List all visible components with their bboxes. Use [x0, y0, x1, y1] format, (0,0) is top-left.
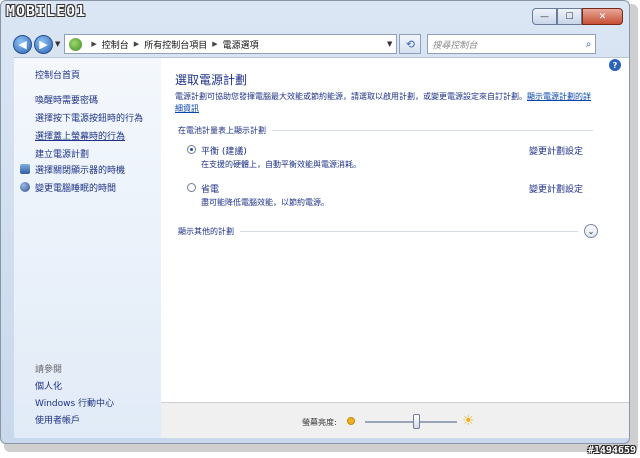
plan-balanced-name[interactable]: 平衡 (建議) — [201, 144, 247, 157]
moon-icon — [20, 182, 30, 192]
watermark-post-id: #1494659 — [587, 445, 636, 456]
section-header: 在電池計量表上顯示計劃 — [178, 125, 593, 136]
brightness-slider-thumb[interactable] — [412, 414, 420, 429]
sidebar-item-wake-password[interactable]: 喚醒時需要密碼 — [35, 93, 98, 106]
section-label: 在電池計量表上顯示計劃 — [178, 126, 266, 135]
sidebar-item-sleep-time[interactable]: 變更電腦睡眠的時間 — [35, 181, 116, 194]
forward-button[interactable]: ▶ — [34, 34, 53, 54]
plan-power-saver-change-link[interactable]: 變更計劃設定 — [529, 182, 583, 195]
monitor-icon — [20, 164, 30, 174]
see-also-title: 請參閱 — [35, 365, 63, 375]
address-row: ◀ ▶ ▼ ▶ 控制台 ▶ 所有控制台項目 ▶ 電源選項 ▼ ⟲ 搜尋控制台 ⌕ — [13, 33, 621, 55]
minimize-button[interactable]: — — [532, 8, 557, 25]
bright-sun-icon: ☀ — [462, 413, 475, 429]
help-icon[interactable]: ? — [609, 59, 621, 71]
breadcrumb-power-options[interactable]: 電源選項 — [223, 38, 259, 51]
description-text: 電源計劃可協助您發揮電腦最大效能或節約能源，請選取以啟用計劃，或變更電源設定來自… — [175, 92, 527, 101]
see-also-mobility-center[interactable]: Windows 行動中心 — [35, 396, 114, 409]
recent-pages-dropdown[interactable]: ▼ — [55, 40, 60, 48]
search-input[interactable]: 搜尋控制台 ⌕ — [427, 34, 597, 54]
search-placeholder: 搜尋控制台 — [432, 40, 478, 51]
search-icon[interactable]: ⌕ — [586, 39, 592, 50]
chevron-right-icon: ▶ — [133, 40, 140, 48]
plan-balanced-change-link[interactable]: 變更計劃設定 — [529, 144, 583, 157]
sidebar-home-link[interactable]: 控制台首頁 — [35, 68, 80, 81]
plan-power-saver-name[interactable]: 省電 — [201, 182, 219, 195]
plan-power-saver-description: 盡可能降低電腦效能，以節約電源。 — [201, 198, 329, 207]
see-also-personalization[interactable]: 個人化 — [35, 379, 62, 392]
page-title: 選取電源計劃 — [175, 73, 248, 87]
more-plans-label[interactable]: 顯示其他的計劃 — [178, 226, 234, 237]
sidebar-item-power-button[interactable]: 選擇按下電源按鈕時的行為 — [35, 111, 143, 124]
sidebar: 控制台首頁 喚醒時需要密碼 選擇按下電源按鈕時的行為 選擇蓋上螢幕時的行為 建立… — [14, 57, 161, 438]
back-button[interactable]: ◀ — [13, 34, 32, 54]
see-also-user-accounts[interactable]: 使用者帳戶 — [35, 413, 80, 426]
sidebar-item-create-plan[interactable]: 建立電源計劃 — [35, 147, 89, 160]
maximize-button[interactable]: ☐ — [557, 8, 582, 25]
control-panel-icon — [69, 37, 83, 51]
plan-balanced-radio[interactable] — [187, 145, 196, 154]
caption-buttons: — ☐ ✕ — [532, 8, 623, 25]
chevron-down-icon[interactable]: ⌄ — [584, 224, 598, 238]
footer-bar: 螢幕亮度: ☀ — [161, 402, 629, 438]
watermark-logo: MOBILE01 — [6, 2, 87, 20]
page-description: 電源計劃可協助您發揮電腦最大效能或節約能源，請選取以啟用計劃，或變更電源設定來自… — [175, 91, 595, 115]
breadcrumb-all-items[interactable]: 所有控制台項目 — [144, 38, 207, 51]
main-content: ? 選取電源計劃 電源計劃可協助您發揮電腦最大效能或節約能源，請選取以啟用計劃，… — [161, 57, 629, 402]
chevron-right-icon: ▶ — [91, 40, 97, 48]
sidebar-item-lid-close[interactable]: 選擇蓋上螢幕時的行為 — [35, 129, 125, 142]
more-plans-row[interactable]: 顯示其他的計劃 ⌄ — [178, 224, 598, 238]
section-divider — [272, 130, 593, 131]
plan-balanced-description: 在支援的硬體上，自動平衡效能與電源消耗。 — [201, 160, 361, 169]
brightness-label: 螢幕亮度: — [302, 418, 337, 427]
close-button[interactable]: ✕ — [582, 8, 623, 25]
refresh-button[interactable]: ⟲ — [399, 34, 422, 54]
breadcrumb-control-panel[interactable]: 控制台 — [102, 38, 129, 51]
brightness-slider-track[interactable] — [365, 421, 457, 423]
address-bar[interactable]: ▶ 控制台 ▶ 所有控制台項目 ▶ 電源選項 ▼ — [64, 34, 398, 54]
more-plans-divider — [240, 230, 578, 232]
dim-sun-icon — [347, 417, 355, 425]
control-panel-window: — ☐ ✕ ◀ ▶ ▼ ▶ 控制台 ▶ 所有控制台項目 ▶ 電源選項 ▼ ⟲ 搜… — [0, 0, 630, 444]
chevron-right-icon: ▶ — [212, 40, 218, 48]
plan-power-saver-radio[interactable] — [187, 183, 196, 192]
address-dropdown-icon[interactable]: ▼ — [387, 40, 392, 48]
sidebar-item-display-off[interactable]: 選擇關閉顯示器的時機 — [35, 163, 125, 176]
